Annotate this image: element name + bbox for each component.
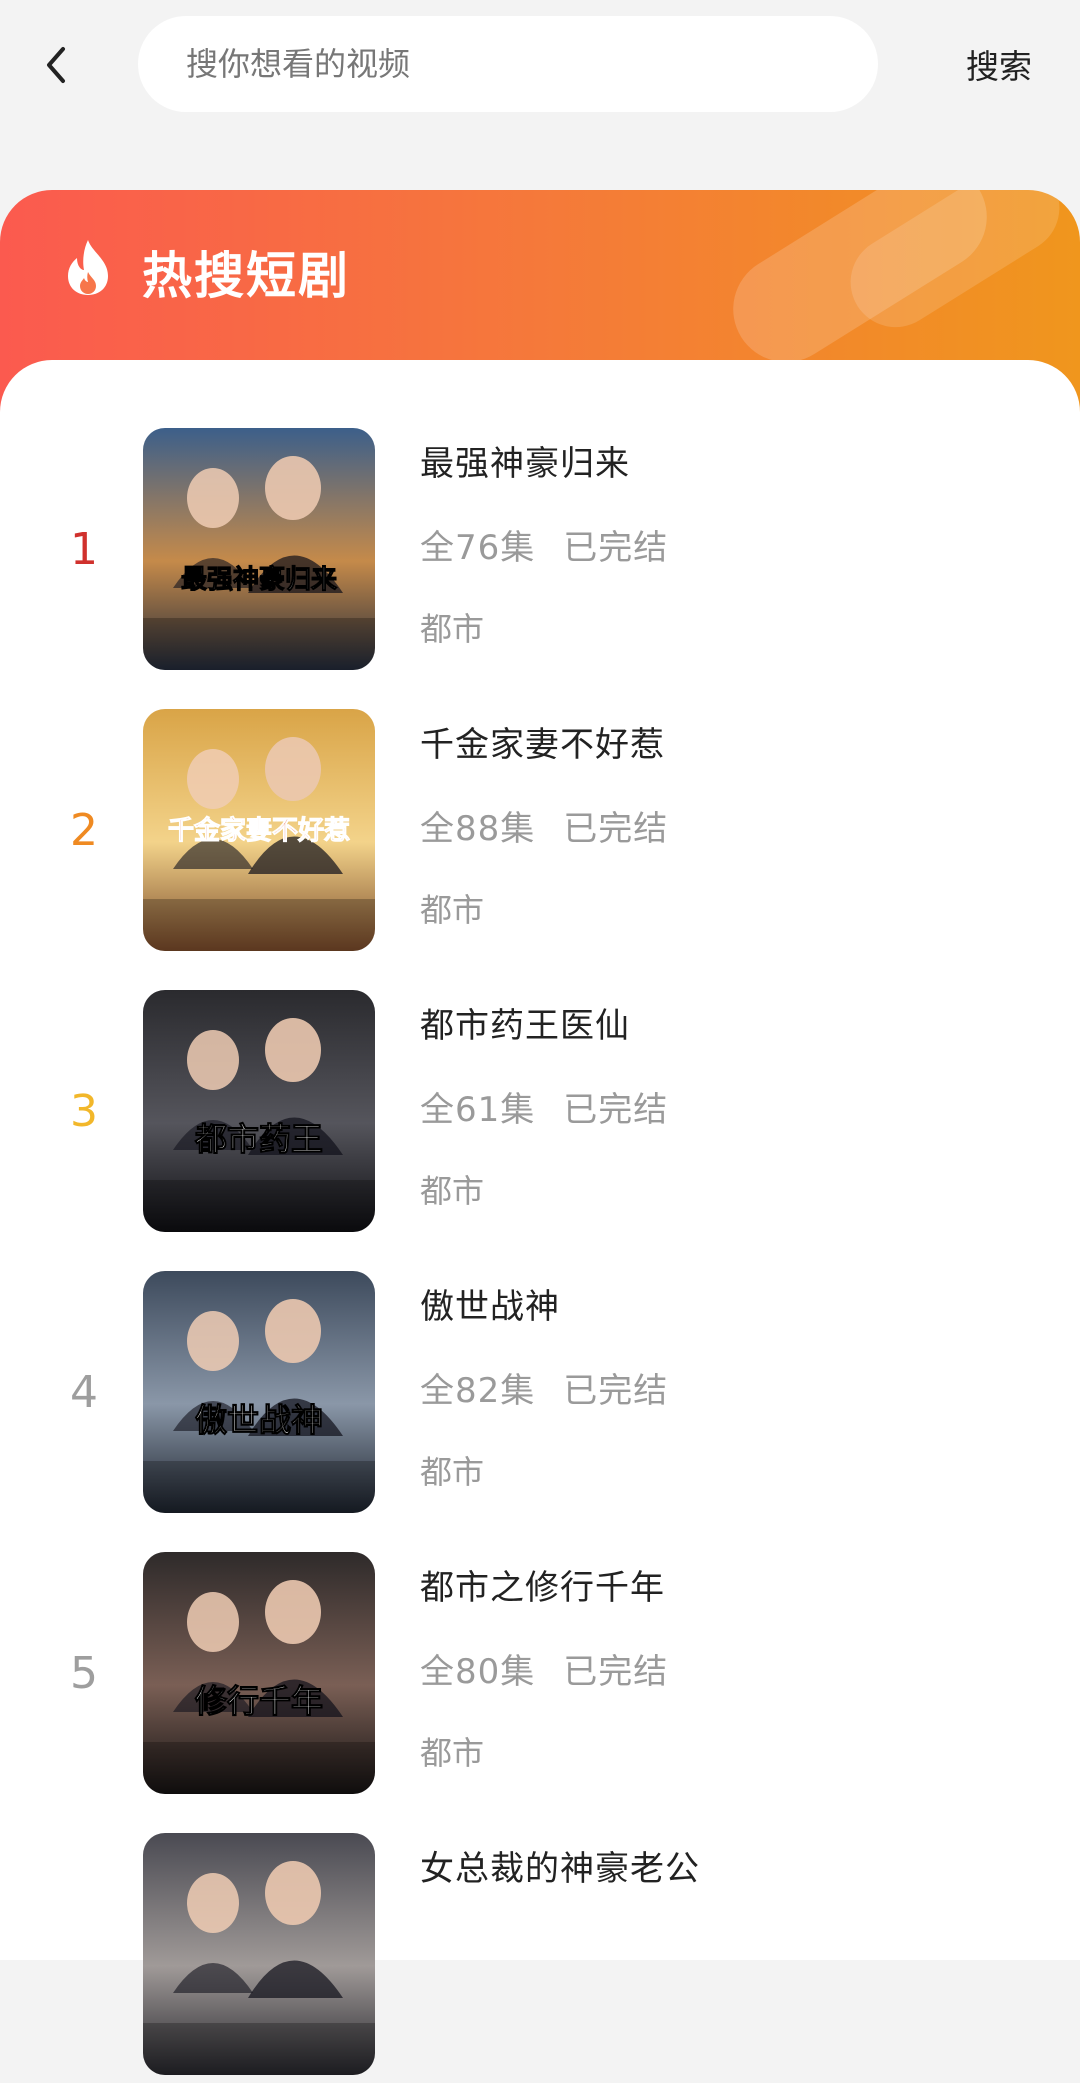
drama-genre: 都市: [420, 1453, 485, 1491]
search-box[interactable]: [138, 16, 878, 112]
drama-episode-info: 全82集 已完结: [420, 1363, 668, 1412]
drama-title[interactable]: 都市药王医仙: [420, 998, 630, 1047]
drama-title[interactable]: 千金家妻不好惹: [420, 717, 665, 766]
search-button[interactable]: 搜索: [966, 40, 1032, 88]
drama-title[interactable]: 最强神豪归来: [420, 436, 630, 485]
drama-cover-image[interactable]: 修行千年: [143, 1552, 375, 1794]
drama-episode-info: 全80集 已完结: [420, 1644, 668, 1693]
fire-icon: [68, 240, 108, 295]
drama-cover-image[interactable]: 千金家妻不好惹: [143, 709, 375, 951]
drama-list-item[interactable]: 4 傲世战神 傲世战神 全82集 已完结 都市: [0, 1271, 1080, 1521]
completion-status: 已完结: [563, 1371, 669, 1411]
drama-episode-info: 全88集 已完结: [420, 801, 668, 850]
drama-list: 1 最强神豪归来 最强神豪归来 全76集 已完结 都市 2 千金家妻不好惹 千金…: [0, 360, 1080, 2075]
cover-title-text: 最强神豪归来: [181, 564, 338, 595]
drama-title[interactable]: 女总裁的神豪老公: [420, 1841, 700, 1890]
drama-genre: 都市: [420, 610, 485, 648]
drama-episode-info: 全76集 已完结: [420, 520, 668, 569]
rank-number: 1: [70, 524, 98, 575]
chevron-left-icon: [47, 47, 65, 83]
cover-title-text: 千金家妻不好惹: [168, 815, 350, 846]
episode-count: 全88集: [420, 809, 536, 849]
drama-episode-info: [420, 1925, 448, 1965]
top-bar: 搜索: [0, 0, 1080, 130]
cover-title-text: 傲世战神: [195, 1401, 323, 1439]
rank-number: 3: [70, 1086, 98, 1137]
cover-title-text: 修行千年: [194, 1682, 323, 1720]
back-button[interactable]: [30, 30, 82, 100]
completion-status: 已完结: [563, 1090, 669, 1130]
rank-number: 4: [70, 1367, 98, 1418]
drama-genre: 都市: [420, 891, 485, 929]
drama-cover-image[interactable]: 都市药王: [143, 990, 375, 1232]
rank-number: 2: [70, 805, 98, 856]
rank-number: 5: [70, 1648, 98, 1699]
drama-title[interactable]: 傲世战神: [420, 1279, 560, 1328]
drama-list-item[interactable]: 5 修行千年 都市之修行千年 全80集 已完结 都市: [0, 1552, 1080, 1802]
completion-status: 已完结: [563, 809, 669, 849]
drama-cover-image[interactable]: [143, 1833, 375, 2075]
drama-list-item[interactable]: 1 最强神豪归来 最强神豪归来 全76集 已完结 都市: [0, 428, 1080, 678]
section-title: 热搜短剧: [142, 247, 350, 305]
drama-genre: 都市: [420, 1734, 485, 1772]
episode-count: 全82集: [420, 1371, 536, 1411]
search-input[interactable]: [184, 44, 878, 84]
episode-count: 全80集: [420, 1652, 536, 1692]
cover-title-text: 都市药王: [194, 1120, 323, 1158]
drama-list-item[interactable]: 女总裁的神豪老公: [0, 1833, 1080, 2083]
episode-count: 全76集: [420, 528, 536, 568]
drama-genre: 都市: [420, 1172, 485, 1210]
episode-count: 全61集: [420, 1090, 536, 1130]
drama-cover-image[interactable]: 傲世战神: [143, 1271, 375, 1513]
drama-cover-image[interactable]: 最强神豪归来: [143, 428, 375, 670]
completion-status: 已完结: [563, 1652, 669, 1692]
drama-list-item[interactable]: 3 都市药王 都市药王医仙 全61集 已完结 都市: [0, 990, 1080, 1240]
drama-list-item[interactable]: 2 千金家妻不好惹 千金家妻不好惹 全88集 已完结 都市: [0, 709, 1080, 959]
drama-title[interactable]: 都市之修行千年: [420, 1560, 665, 1609]
drama-episode-info: 全61集 已完结: [420, 1082, 668, 1131]
completion-status: 已完结: [563, 528, 669, 568]
